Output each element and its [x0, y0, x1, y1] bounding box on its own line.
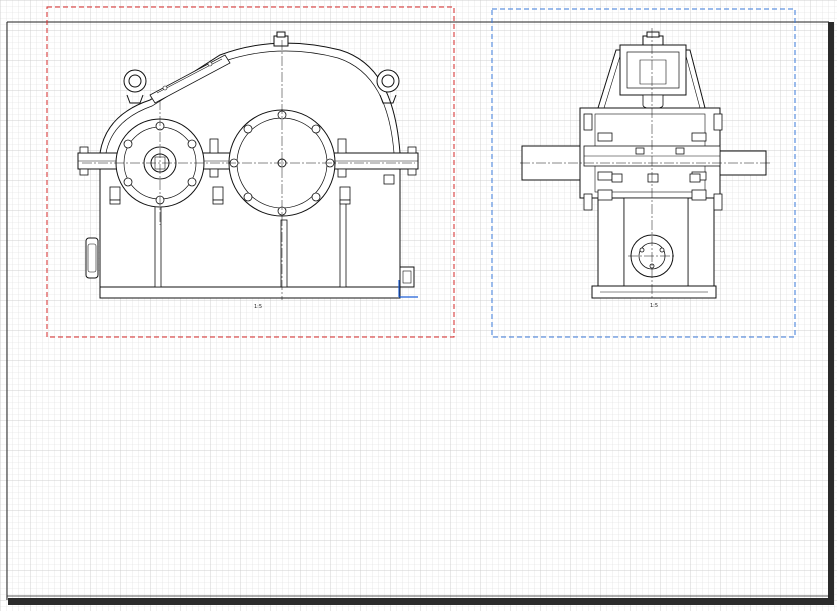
side-view-scale-label: 1:5	[650, 303, 658, 309]
front-view-scale-label: 1:5	[254, 304, 262, 310]
grid-background	[0, 0, 837, 611]
drawing-sheet[interactable]: 1:5 1:5	[0, 0, 837, 611]
